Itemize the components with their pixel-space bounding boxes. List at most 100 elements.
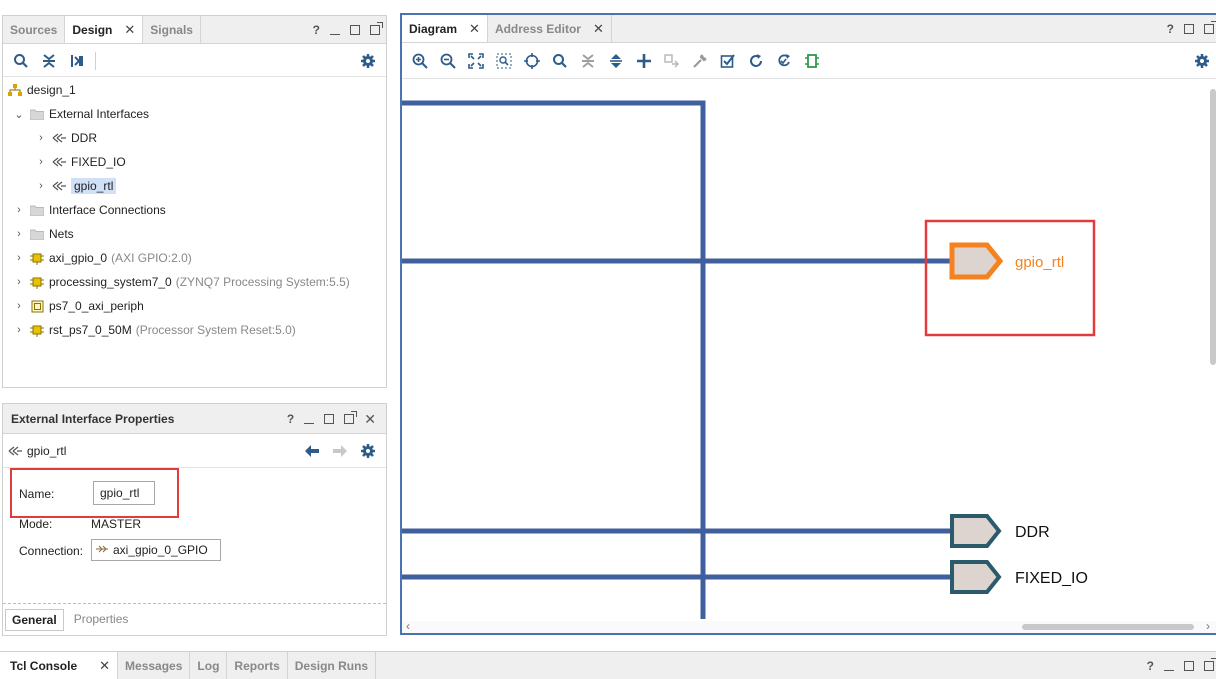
- close-icon[interactable]: ✕: [469, 21, 480, 37]
- search-button[interactable]: [546, 48, 574, 74]
- tree-item-label: Nets: [49, 227, 74, 241]
- tree-item-gpio-rtl[interactable]: › gpio_rtl: [35, 175, 117, 197]
- make-external-icon: [664, 54, 679, 68]
- tab-reports[interactable]: Reports: [227, 652, 288, 679]
- chevron-right-icon[interactable]: ›: [13, 324, 25, 336]
- diagram-panel-tabbar: Diagram ✕ Address Editor ✕: [402, 15, 1216, 43]
- fixed-io-port[interactable]: FIXED_IO: [950, 560, 1088, 594]
- tab-diagram[interactable]: Diagram ✕: [402, 15, 488, 42]
- scroll-right-icon[interactable]: ›: [1206, 619, 1210, 633]
- close-icon[interactable]: ✕: [124, 22, 135, 38]
- settings-button[interactable]: [354, 48, 382, 74]
- tree-item-interface-connections[interactable]: › Interface Connections: [13, 199, 166, 221]
- gpio-port-shape[interactable]: [949, 242, 1004, 280]
- chevron-right-icon[interactable]: ›: [35, 180, 47, 192]
- diagram-canvas[interactable]: gpio_rtl DDR FIXED_IO: [402, 79, 1216, 635]
- back-arrow-icon[interactable]: [300, 445, 324, 457]
- horizontal-scrollbar[interactable]: [1022, 624, 1194, 630]
- tab-tcl-console[interactable]: Tcl Console ✕: [0, 652, 119, 679]
- properties-panel: External Interface Properties ? ✕ gpio_r…: [2, 403, 387, 636]
- refresh-button[interactable]: [742, 48, 770, 74]
- zoom-out-button[interactable]: [434, 48, 462, 74]
- tree-item-nets[interactable]: › Nets: [13, 223, 74, 245]
- chevron-right-icon[interactable]: ›: [13, 276, 25, 288]
- search-button[interactable]: [7, 48, 35, 74]
- tree-item-external-interfaces[interactable]: ⌄ External Interfaces: [13, 103, 149, 125]
- maximize-icon[interactable]: [1184, 24, 1194, 34]
- hier-block-icon: [29, 299, 45, 313]
- tree-item-ddr[interactable]: › DDR: [35, 127, 97, 149]
- close-icon[interactable]: ✕: [99, 658, 110, 674]
- validate-design-button[interactable]: [714, 48, 742, 74]
- add-ip-button[interactable]: [630, 48, 658, 74]
- zoom-area-button[interactable]: [490, 48, 518, 74]
- minimize-icon[interactable]: [1164, 670, 1174, 671]
- help-icon[interactable]: ?: [1147, 659, 1154, 673]
- regenerate-layout-button[interactable]: [770, 48, 798, 74]
- chevron-down-icon[interactable]: ⌄: [13, 108, 25, 121]
- float-icon[interactable]: [344, 411, 358, 424]
- collapse-all-button[interactable]: [574, 48, 602, 74]
- expand-all-button[interactable]: [63, 48, 91, 74]
- tab-design-runs[interactable]: Design Runs: [288, 652, 377, 679]
- add-module-button[interactable]: [798, 48, 826, 74]
- gpio-port-label[interactable]: gpio_rtl: [1015, 254, 1064, 271]
- close-icon[interactable]: ✕: [593, 21, 604, 37]
- zoom-fit-button[interactable]: [462, 48, 490, 74]
- divider: [3, 603, 386, 604]
- chevron-right-icon[interactable]: ›: [13, 204, 25, 216]
- fixed-io-port-shape[interactable]: [950, 560, 1002, 594]
- ip-block-icon: [29, 251, 45, 265]
- tree-item-ps7-0-axi-periph[interactable]: › ps7_0_axi_periph: [13, 295, 144, 317]
- center-button[interactable]: [518, 48, 546, 74]
- tab-address-editor[interactable]: Address Editor ✕: [488, 15, 612, 42]
- scroll-left-icon[interactable]: ‹: [406, 619, 410, 633]
- ddr-port-shape[interactable]: [950, 514, 1002, 548]
- tree-item-fixed-io[interactable]: › FIXED_IO: [35, 151, 126, 173]
- collapse-all-button[interactable]: [35, 48, 63, 74]
- help-icon[interactable]: ?: [313, 23, 320, 37]
- chevron-right-icon[interactable]: ›: [13, 228, 25, 240]
- tab-sources[interactable]: Sources: [3, 16, 66, 43]
- maximize-icon[interactable]: [350, 25, 360, 35]
- gpio-rtl-port[interactable]: gpio_rtl: [949, 242, 1064, 280]
- tab-properties[interactable]: Properties: [64, 609, 139, 631]
- float-icon[interactable]: [370, 22, 383, 35]
- help-icon[interactable]: ?: [287, 412, 294, 426]
- tree-item-processing-system7-0[interactable]: › processing_system7_0 (ZYNQ7 Processing…: [13, 271, 350, 293]
- vertical-scrollbar[interactable]: [1210, 89, 1216, 365]
- tree-item-axi-gpio-0[interactable]: › axi_gpio_0 (AXI GPIO:2.0): [13, 247, 192, 269]
- float-icon[interactable]: [1204, 21, 1216, 34]
- help-icon[interactable]: ?: [1167, 22, 1174, 36]
- minimize-icon[interactable]: [330, 34, 340, 35]
- properties-button[interactable]: [686, 48, 714, 74]
- fixed-io-port-label[interactable]: FIXED_IO: [1015, 570, 1088, 587]
- float-icon[interactable]: [1204, 658, 1216, 671]
- tab-log[interactable]: Log: [190, 652, 228, 679]
- tab-general[interactable]: General: [5, 609, 64, 631]
- tab-signals[interactable]: Signals: [143, 16, 201, 43]
- chevron-right-icon[interactable]: ›: [13, 300, 25, 312]
- close-icon[interactable]: ✕: [364, 411, 376, 428]
- tab-design[interactable]: Design ✕: [65, 16, 144, 43]
- chevron-right-icon[interactable]: ›: [13, 252, 25, 264]
- tab-messages[interactable]: Messages: [118, 652, 191, 679]
- minimize-icon[interactable]: [304, 423, 315, 424]
- make-external-button[interactable]: [658, 48, 686, 74]
- tree-item-rst-ps7-0-50m[interactable]: › rst_ps7_0_50M (Processor System Reset:…: [13, 319, 296, 341]
- chevron-right-icon[interactable]: ›: [35, 132, 47, 144]
- maximize-icon[interactable]: [1184, 661, 1194, 671]
- tree-item-label: processing_system7_0: [49, 275, 172, 289]
- bus-wire-top[interactable]: [402, 100, 706, 619]
- expand-all-button[interactable]: [602, 48, 630, 74]
- settings-button[interactable]: [1188, 48, 1216, 74]
- zoom-in-button[interactable]: [406, 48, 434, 74]
- ddr-port[interactable]: DDR: [950, 514, 1050, 548]
- maximize-icon[interactable]: [324, 414, 335, 424]
- forward-arrow-icon[interactable]: [328, 445, 352, 457]
- ddr-port-label[interactable]: DDR: [1015, 524, 1050, 541]
- gear-icon[interactable]: [356, 443, 380, 459]
- tree-item-design[interactable]: design_1: [3, 79, 76, 101]
- connection-field[interactable]: axi_gpio_0_GPIO: [91, 539, 221, 561]
- chevron-right-icon[interactable]: ›: [35, 156, 47, 168]
